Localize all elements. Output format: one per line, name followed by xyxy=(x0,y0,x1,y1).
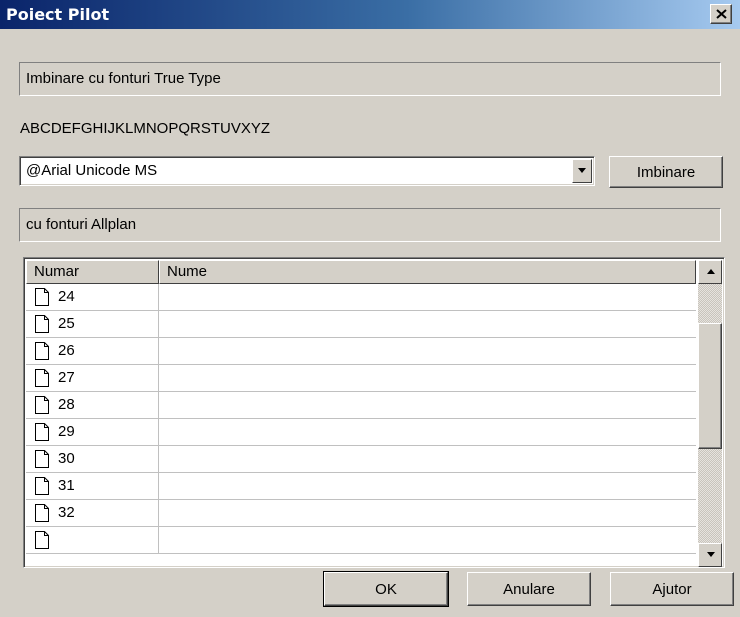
cancel-button-label: Anulare xyxy=(503,580,555,598)
document-icon xyxy=(35,315,49,333)
cell-numar: 31 xyxy=(26,473,159,499)
truetype-group-text: Imbinare cu fonturi True Type xyxy=(26,70,221,87)
list-rows: 24 25 26 27 28 29 30 31 32 xyxy=(26,284,696,567)
cell-nume xyxy=(159,311,696,337)
list-vertical-scrollbar[interactable] xyxy=(698,260,722,567)
row-number: 29 xyxy=(58,423,75,440)
arrow-down-icon xyxy=(707,552,715,557)
scroll-thumb[interactable] xyxy=(698,323,722,449)
cell-nume xyxy=(159,392,696,418)
font-combobox[interactable]: @Arial Unicode MS xyxy=(19,156,595,186)
allplan-group-label: cu fonturi Allplan xyxy=(19,208,721,242)
font-combobox-value: @Arial Unicode MS xyxy=(26,162,158,179)
merge-button[interactable]: Imbinare xyxy=(609,156,723,188)
document-icon xyxy=(35,369,49,387)
cell-nume xyxy=(159,284,696,310)
row-number: 26 xyxy=(58,342,75,359)
scroll-up-button[interactable] xyxy=(698,260,722,284)
document-icon xyxy=(35,288,49,306)
table-row[interactable]: 26 xyxy=(26,338,696,365)
column-header-numar[interactable]: Numar xyxy=(26,260,159,284)
font-combobox-dropdown-button[interactable] xyxy=(572,159,592,183)
column-header-nume[interactable]: Nume xyxy=(159,260,696,284)
cell-numar: 24 xyxy=(26,284,159,310)
window-title: Poiect Pilot xyxy=(6,5,110,24)
ok-button-label: OK xyxy=(375,580,397,598)
help-button-label: Ajutor xyxy=(652,580,692,598)
allplan-group-text: cu fonturi Allplan xyxy=(26,216,137,233)
table-row[interactable] xyxy=(26,527,696,554)
merge-button-label: Imbinare xyxy=(636,163,696,181)
scroll-down-button[interactable] xyxy=(698,543,722,567)
cell-nume xyxy=(159,338,696,364)
arrow-up-icon xyxy=(707,269,715,274)
list-header: Numar Nume xyxy=(26,260,696,284)
ok-button[interactable]: OK xyxy=(323,571,449,607)
document-icon xyxy=(35,531,49,549)
cell-nume xyxy=(159,473,696,499)
document-icon xyxy=(35,423,49,441)
row-number: 31 xyxy=(58,477,75,494)
table-row[interactable]: 32 xyxy=(26,500,696,527)
cell-numar: 28 xyxy=(26,392,159,418)
table-row[interactable]: 27 xyxy=(26,365,696,392)
cell-nume xyxy=(159,500,696,526)
column-header-numar-label: Numar xyxy=(34,263,80,280)
row-number: 30 xyxy=(58,450,75,467)
document-icon xyxy=(35,342,49,360)
cell-numar: 32 xyxy=(26,500,159,526)
help-button[interactable]: Ajutor xyxy=(610,572,734,606)
table-row[interactable]: 31 xyxy=(26,473,696,500)
row-number: 25 xyxy=(58,315,75,332)
cell-numar: 30 xyxy=(26,446,159,472)
table-row[interactable]: 28 xyxy=(26,392,696,419)
document-icon xyxy=(35,396,49,414)
cell-nume xyxy=(159,446,696,472)
cell-numar: 29 xyxy=(26,419,159,445)
table-row[interactable]: 30 xyxy=(26,446,696,473)
title-bar[interactable]: Poiect Pilot xyxy=(0,0,740,29)
font-list[interactable]: Numar Nume 24 25 26 27 28 29 30 31 32 xyxy=(23,257,725,568)
row-number: 27 xyxy=(58,369,75,386)
document-icon xyxy=(35,477,49,495)
alphabet-sample: ABCDEFGHIJKLMNOPQRSTUVXYZ xyxy=(20,120,271,137)
cell-nume xyxy=(159,419,696,445)
close-button[interactable] xyxy=(710,4,732,24)
row-number: 24 xyxy=(58,288,75,305)
row-number: 32 xyxy=(58,504,75,521)
row-number: 28 xyxy=(58,396,75,413)
chevron-down-icon xyxy=(578,168,586,173)
cell-numar: 26 xyxy=(26,338,159,364)
table-row[interactable]: 29 xyxy=(26,419,696,446)
cell-numar xyxy=(26,527,159,553)
document-icon xyxy=(35,450,49,468)
cell-numar: 25 xyxy=(26,311,159,337)
cancel-button[interactable]: Anulare xyxy=(467,572,591,606)
truetype-group-label: Imbinare cu fonturi True Type xyxy=(19,62,721,96)
cell-numar: 27 xyxy=(26,365,159,391)
cell-nume xyxy=(159,365,696,391)
column-header-nume-label: Nume xyxy=(167,263,208,280)
table-row[interactable]: 25 xyxy=(26,311,696,338)
table-row[interactable]: 24 xyxy=(26,284,696,311)
cell-nume xyxy=(159,527,696,553)
close-icon xyxy=(716,9,727,19)
document-icon xyxy=(35,504,49,522)
dialog-window: Poiect Pilot Imbinare cu fonturi True Ty… xyxy=(0,0,740,617)
